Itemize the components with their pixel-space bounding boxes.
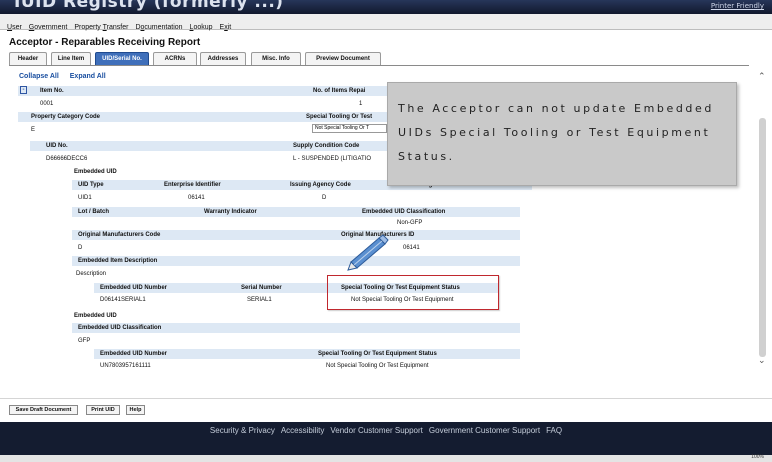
item-no-label: Item No. [40, 88, 64, 94]
supply-condition-label: Supply Condition Code [293, 143, 360, 149]
menu-item-1[interactable]: Government [29, 20, 68, 31]
collapse-toggle-icon[interactable]: - [20, 86, 27, 94]
issuing-agency-value: D [322, 195, 327, 201]
property-category-value: E [31, 127, 36, 133]
embedded-uid-heading: Embedded UID [74, 169, 117, 175]
tab-preview-document[interactable]: Preview Document [305, 52, 381, 65]
embedded-description-value: Description [76, 271, 107, 277]
collapse-all-link[interactable]: Collapse All [19, 73, 59, 80]
lot-batch-label: Lot / Batch [78, 209, 109, 215]
uid-no-label: UID No. [46, 143, 68, 149]
enterprise-id-value: 06141 [188, 195, 205, 201]
lot-batch-header-row [72, 207, 520, 217]
original-manufacturer-id-value: 06141 [403, 245, 420, 251]
tab-divider [9, 65, 749, 66]
items-repaired-label: No. of Items Repai [313, 88, 366, 94]
tab-line-item[interactable]: Line Item [51, 52, 91, 65]
scroll-down-icon[interactable]: ⌄ [758, 356, 766, 366]
vertical-scrollbar[interactable]: ⌃ ⌄ [756, 70, 770, 392]
embedded-classification-value: Non-GFP [397, 220, 423, 226]
uid-type-value: UID1 [78, 195, 92, 201]
menu-item-3[interactable]: Documentation [135, 20, 182, 31]
serial-number-value: SERIAL1 [247, 297, 272, 303]
instruction-callout: The Acceptor can not update Embedded UID… [387, 82, 737, 186]
embedded-uid-number-value-2: UN7803957161111 [100, 363, 151, 369]
property-category-label: Property Category Code [31, 114, 101, 120]
scrollbar-thumb[interactable] [759, 118, 766, 357]
special-tooling-label: Special Tooling Or Test [306, 114, 373, 120]
original-manufacturer-code-value: D [78, 245, 83, 251]
zoom-level[interactable]: 100% [751, 454, 764, 460]
scroll-up-icon[interactable]: ⌃ [758, 72, 766, 82]
serial-number-label: Serial Number [241, 285, 282, 291]
app-title: IUID Registry (formerly ...) [14, 0, 284, 12]
tab-acrns[interactable]: ACRNs [153, 52, 197, 65]
help-button[interactable]: Help [126, 405, 145, 415]
tab-misc-info[interactable]: Misc. Info [251, 52, 301, 65]
callout-text: The Acceptor can not update Embedded UID… [398, 102, 714, 163]
special-tooling-status-value-2: Not Special Tooling Or Test Equipment [326, 363, 429, 369]
footer-link-accessibility[interactable]: Accessibility [281, 426, 325, 435]
expand-collapse-links: Collapse All Expand All [19, 73, 115, 80]
menu-item-5[interactable]: Exit [220, 20, 232, 31]
tab-addresses[interactable]: Addresses [200, 52, 246, 65]
special-tooling-status-label-2: Special Tooling Or Test Equipment Status [318, 351, 437, 357]
print-uid-button[interactable]: Print UID [86, 405, 120, 415]
footer-links: Security & Privacy Accessibility Vendor Cu… [0, 426, 772, 435]
tab-uid-serial-no[interactable]: UID/Serial No. [95, 52, 149, 65]
menu-item-4[interactable]: Lookup [190, 20, 213, 31]
embedded-description-label: Embedded Item Description [78, 258, 158, 264]
printer-friendly-link[interactable]: Printer Friendly [711, 2, 764, 10]
enterprise-id-label: Enterprise Identifier [164, 182, 221, 188]
embedded-uid-number-label: Embedded UID Number [100, 285, 168, 291]
footer-link-faq[interactable]: FAQ [546, 426, 562, 435]
embedded-classification-value-2: GFP [78, 338, 91, 344]
warranty-label: Warranty Indicator [204, 209, 257, 215]
embedded-uid-heading-2: Embedded UID [74, 313, 117, 319]
tab-header[interactable]: Header [9, 52, 47, 65]
menu-item-2[interactable]: Property Transfer [74, 20, 128, 31]
embedded-classification-label-2: Embedded UID Classification [78, 325, 162, 331]
embedded-uid-number-value: D06141SERIAL1 [100, 297, 146, 303]
page-title: Acceptor - Reparables Receiving Report [9, 37, 201, 48]
footer-link-security-privacy[interactable]: Security & Privacy [210, 426, 275, 435]
issuing-agency-label: Issuing Agency Code [290, 182, 351, 188]
footer-separator [0, 398, 772, 399]
embedded-classification-label: Embedded UID Classification [362, 209, 446, 215]
item-no-value: 0001 [40, 101, 54, 107]
save-draft-button[interactable]: Save Draft Document [9, 405, 78, 415]
supply-condition-value: L - SUSPENDED (LITIGATIO [293, 156, 372, 162]
pencil-icon [347, 234, 389, 271]
menu-bar: User Government Property Transfer Documenta… [0, 14, 772, 31]
uid-no-value: D66666DECC6 [46, 156, 88, 162]
highlight-box [327, 275, 499, 310]
special-tooling-select[interactable]: Not Special Tooling Or T [312, 124, 387, 133]
app-header: IUID Registry (formerly ...) Printer Fri… [0, 0, 772, 14]
status-bar: 100% [0, 454, 772, 462]
menu-item-0[interactable]: User [7, 20, 22, 31]
footer-link-vendor-customer-support[interactable]: Vendor Customer Support [330, 426, 423, 435]
embedded-uid-number-label-2: Embedded UID Number [100, 351, 168, 357]
site-footer: Security & Privacy Accessibility Vendor Cu… [0, 422, 772, 455]
uid-type-label: UID Type [78, 182, 104, 188]
expand-all-link[interactable]: Expand All [70, 73, 106, 80]
footer-link-government-customer-support[interactable]: Government Customer Support [429, 426, 540, 435]
original-manufacturer-code-label: Original Manufacturers Code [78, 232, 161, 238]
items-repaired-value: 1 [359, 101, 363, 107]
